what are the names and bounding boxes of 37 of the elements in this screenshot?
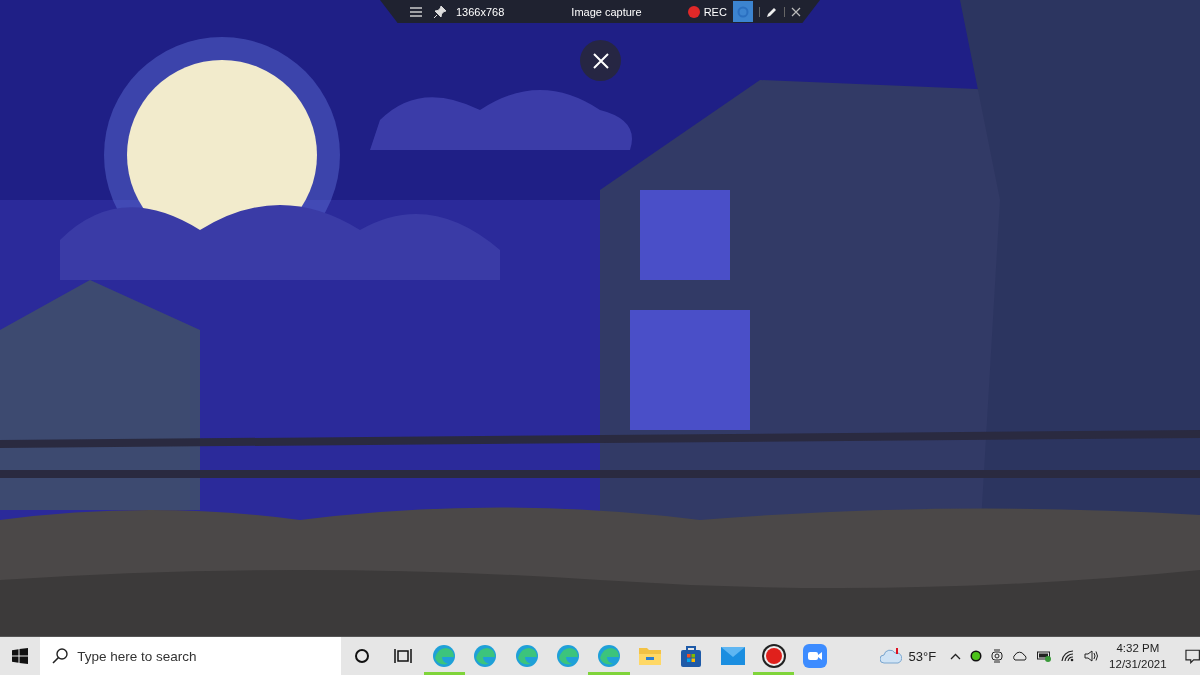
status-dot-icon[interactable] [970, 650, 983, 662]
webcam-icon[interactable] [991, 649, 1004, 663]
cloud-icon[interactable] [1012, 651, 1029, 661]
date-label: 12/31/2021 [1109, 657, 1167, 672]
envelope-icon [719, 646, 746, 666]
browser-icon [555, 644, 580, 668]
temperature-label[interactable]: 53°F [908, 648, 937, 664]
time-label: 4:32 PM [1116, 641, 1160, 656]
task-view-icon [394, 648, 412, 664]
wifi-icon[interactable] [1061, 650, 1076, 662]
browser-icon [432, 644, 457, 668]
search-field[interactable]: Type here to search [40, 637, 342, 675]
store-bag-icon [679, 644, 704, 668]
close-icon [591, 51, 610, 70]
speaker-icon[interactable] [1084, 650, 1100, 662]
battery-icon[interactable] [1037, 650, 1053, 662]
browser-icon [596, 644, 621, 668]
record-button[interactable]: REC [687, 5, 727, 18]
pin-icon[interactable] [434, 5, 446, 18]
record-dot-icon [687, 5, 700, 18]
browser-icon [514, 644, 539, 668]
video-camera-icon [802, 644, 827, 668]
camera-button[interactable] [732, 1, 753, 22]
resolution-label: 1366x768 [456, 5, 505, 18]
pencil-icon[interactable] [765, 5, 778, 18]
capture-mode-label: Image capture [571, 5, 642, 18]
browser-icon [473, 644, 498, 668]
clock[interactable]: 4:32 PM 12/31/2021 [1109, 640, 1167, 672]
notification-icon[interactable] [1184, 648, 1200, 664]
menu-icon[interactable] [410, 6, 422, 17]
cloud-icon [880, 648, 903, 664]
circle-icon [353, 648, 370, 664]
record-icon [760, 643, 787, 669]
folder-icon [638, 645, 663, 667]
chevron-up-icon[interactable] [950, 652, 962, 660]
close-icon[interactable] [790, 6, 801, 17]
windows-logo-icon [12, 648, 29, 664]
